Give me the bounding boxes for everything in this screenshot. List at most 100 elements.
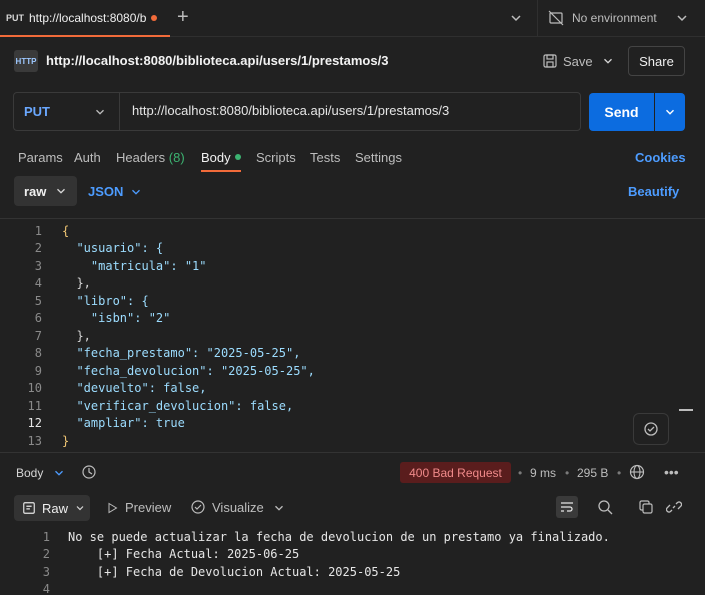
tab-auth[interactable]: Auth: [74, 150, 101, 165]
chevron-down-icon: [666, 109, 674, 115]
line-number: 5: [34, 294, 42, 308]
raw-view-label: Raw: [42, 500, 69, 516]
line-number: 2: [34, 241, 42, 255]
response-size[interactable]: 295 B: [577, 466, 608, 480]
visualize-icon: [191, 500, 205, 514]
visualize-label: Visualize: [212, 499, 264, 515]
active-tab-underline: [201, 170, 241, 172]
code-line: "devuelto": false,: [62, 381, 207, 395]
wrap-lines-icon: [561, 502, 573, 512]
line-number: 3: [34, 259, 42, 273]
separator-dot: •: [518, 466, 523, 480]
response-view-selector[interactable]: Raw: [14, 495, 90, 521]
visualize-button[interactable]: Visualize: [190, 499, 264, 515]
line-number: 11: [27, 399, 42, 413]
url-input[interactable]: [132, 103, 572, 118]
request-title[interactable]: http://localhost:8080/biblioteca.api/use…: [46, 53, 388, 68]
code-line: },: [62, 329, 91, 343]
response-body-label[interactable]: Body: [16, 466, 43, 480]
tab-headers-label: Headers: [116, 150, 166, 165]
send-options-button[interactable]: [655, 93, 685, 131]
play-icon: [108, 502, 118, 513]
code-line: "fecha_prestamo": "2025-05-25",: [62, 346, 301, 360]
beautify-button[interactable]: Beautify: [628, 184, 679, 199]
copy-icon[interactable]: [638, 499, 654, 515]
tab-tests[interactable]: Tests: [310, 150, 340, 165]
tab-settings[interactable]: Settings: [355, 150, 402, 165]
share-button[interactable]: Share: [628, 46, 685, 76]
separator-dot: •: [617, 466, 622, 480]
line-number: 9: [34, 364, 42, 378]
response-line: [+] Fecha Actual: 2025-06-25: [68, 547, 300, 561]
wrap-lines-button[interactable]: [556, 496, 578, 518]
line-number: 1: [34, 224, 42, 238]
line-number: 8: [34, 346, 42, 360]
divider: [0, 452, 705, 453]
cookies-link[interactable]: Cookies: [635, 150, 686, 165]
save-icon[interactable]: [542, 53, 558, 69]
line-number: 4: [34, 276, 42, 290]
line-number: 6: [34, 311, 42, 325]
search-icon[interactable]: [597, 499, 613, 515]
preview-button[interactable]: Preview: [106, 500, 171, 515]
separator-dot: •: [565, 466, 570, 480]
line-number: 2: [42, 547, 50, 561]
chevron-down-icon[interactable]: [508, 10, 524, 26]
chevron-down-icon[interactable]: [601, 54, 615, 68]
line-number: 1: [42, 530, 50, 544]
tab-body[interactable]: Body: [201, 150, 231, 165]
code-line: "isbn": "2": [62, 311, 171, 325]
request-body-editor[interactable]: 1 2 3 4 5 6 7 8 9 10 11 12 13 { "usuario…: [0, 218, 705, 450]
line-number: 7: [34, 329, 42, 343]
code-line: },: [62, 276, 91, 290]
line-number: 12: [27, 416, 42, 430]
tab-scripts[interactable]: Scripts: [256, 150, 296, 165]
tab-title: http://localhost:8080/bi: [29, 10, 147, 25]
chevron-down-icon[interactable]: [54, 184, 68, 198]
history-icon[interactable]: [81, 464, 97, 480]
code-line: "ampliar": true: [62, 416, 185, 430]
magic-icon: [644, 422, 658, 436]
no-environment-icon: [548, 10, 564, 26]
line-number: 10: [27, 381, 42, 395]
chevron-down-icon[interactable]: [272, 501, 286, 515]
response-line: No se puede actualizar la fecha de devol…: [68, 530, 610, 544]
tab-headers[interactable]: Headers (8): [116, 150, 185, 165]
chevron-down-icon[interactable]: [93, 105, 107, 119]
raw-view-icon: [23, 502, 35, 514]
response-time[interactable]: 9 ms: [530, 466, 556, 480]
code-line: }: [62, 434, 70, 448]
chevron-down-icon[interactable]: [674, 10, 690, 26]
chevron-down-icon[interactable]: [52, 466, 66, 480]
method-label: PUT: [24, 104, 50, 119]
chevron-down-icon: [76, 506, 84, 511]
tab-params[interactable]: Params: [18, 150, 63, 165]
response-body-viewer[interactable]: 1 2 3 4 No se puede actualizar la fecha …: [0, 526, 705, 595]
assistant-button[interactable]: [633, 413, 669, 445]
divider: [537, 0, 538, 37]
tab-method: PUT: [6, 12, 24, 23]
more-options-icon[interactable]: •••: [664, 464, 682, 480]
link-icon[interactable]: [666, 499, 682, 515]
line-number: 4: [42, 582, 50, 595]
globe-icon[interactable]: [629, 464, 645, 480]
code-line: "libro": {: [62, 294, 149, 308]
chevron-down-icon[interactable]: [129, 185, 143, 199]
code-line: "matricula": "1": [62, 259, 207, 273]
send-button[interactable]: Send: [589, 93, 654, 131]
headers-count: (8): [168, 150, 185, 165]
preview-label: Preview: [125, 500, 172, 515]
code-line: "usuario": {: [62, 241, 164, 255]
code-line: "verificar_devolucion": false,: [62, 399, 294, 413]
scrollbar-thumb[interactable]: [679, 409, 693, 411]
line-number: 3: [42, 565, 50, 579]
http-icon: HTTP: [14, 50, 38, 72]
status-badge[interactable]: 400 Bad Request: [400, 462, 511, 483]
new-tab-icon[interactable]: +: [177, 7, 193, 28]
code-line: {: [62, 224, 70, 238]
unsaved-dot-icon: [151, 14, 157, 21]
response-line: [+] Fecha de Devolucion Actual: 2025-05-…: [68, 565, 401, 579]
save-button[interactable]: Save: [563, 54, 593, 69]
request-tab[interactable]: PUT http://localhost:8080/bi: [0, 0, 170, 37]
body-format-selector[interactable]: JSON: [88, 184, 123, 199]
